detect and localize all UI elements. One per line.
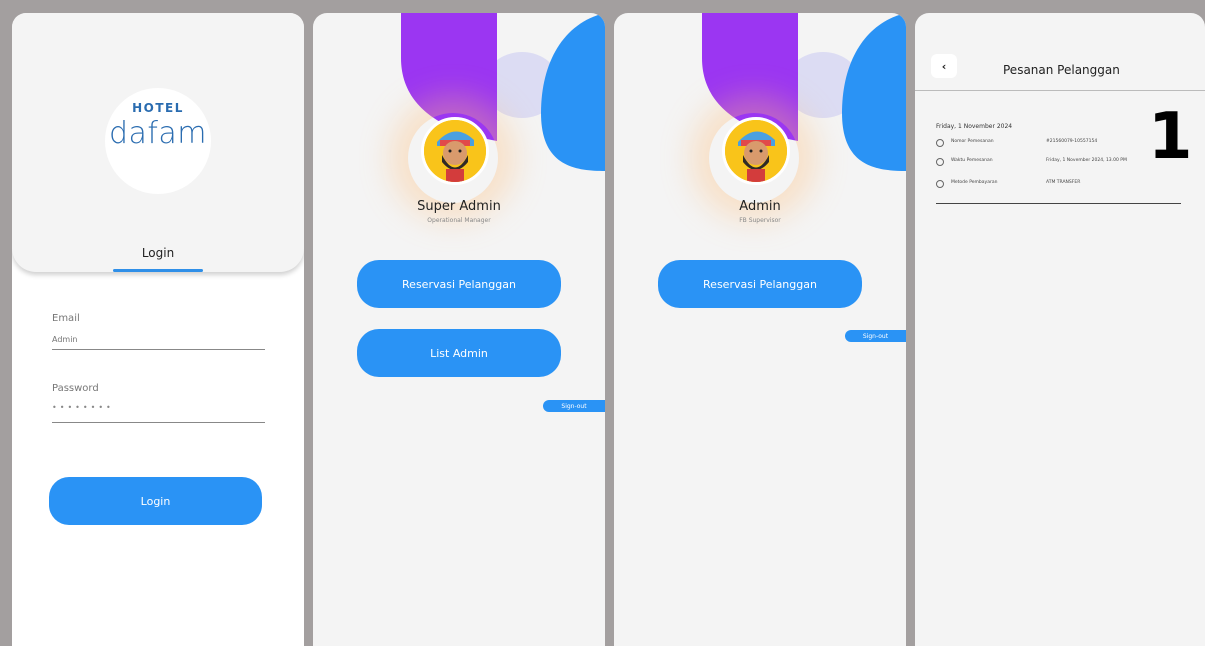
back-button[interactable]: ‹ <box>931 54 957 78</box>
reservasi-pelanggan-button[interactable]: Reservasi Pelanggan <box>658 260 862 308</box>
avatar <box>722 117 790 185</box>
order-divider <box>936 203 1181 204</box>
payment-icon <box>936 180 944 188</box>
order-row-label: Waktu Pemesanan <box>951 158 993 163</box>
logo-dafam-text: dafam <box>108 116 208 151</box>
list-admin-button[interactable]: List Admin <box>357 329 561 377</box>
order-row-label: Metode Pembayaran <box>951 180 998 185</box>
page-title: Pesanan Pelanggan <box>1003 63 1120 77</box>
admin-name: Admin <box>739 199 781 214</box>
reservasi-pelanggan-button[interactable]: Reservasi Pelanggan <box>357 260 561 308</box>
order-row-label: Nomor Pemesanan <box>951 139 994 144</box>
tab-login[interactable]: Login <box>113 246 203 260</box>
signout-button[interactable]: Sign-out <box>845 330 906 342</box>
password-field[interactable]: •••••••• <box>52 401 265 423</box>
order-date: Friday, 1 November 2024 <box>936 123 1013 130</box>
order-row-value: ATM TRANSFER <box>1046 180 1081 185</box>
orders-screen: ‹ Pesanan Pelanggan Friday, 1 November 2… <box>915 13 1205 646</box>
email-label: Email <box>52 313 80 324</box>
admin-name: Super Admin <box>417 199 501 214</box>
order-row: Metode Pembayaran ATM TRANSFER <box>936 180 1176 190</box>
admin-role: FB Supervisor <box>739 217 781 224</box>
order-row: Waktu Pemesanan Friday, 1 November 2024,… <box>936 158 1176 168</box>
clock-icon <box>936 158 944 166</box>
signout-button[interactable]: Sign-out <box>543 400 605 412</box>
admin-role: Operational Manager <box>427 217 491 224</box>
order-row: Nomor Pemesanan #21560079-10557154 <box>936 139 1176 149</box>
password-label: Password <box>52 383 99 394</box>
hotel-logo: HOTEL dafam <box>105 88 211 194</box>
login-button[interactable]: Login <box>49 477 262 525</box>
chevron-left-icon: ‹ <box>941 59 947 73</box>
login-screen: HOTEL dafam Login Email Password •••••••… <box>12 13 304 646</box>
info-icon <box>936 139 944 147</box>
logo-hotel-text: HOTEL <box>132 101 184 115</box>
email-field[interactable] <box>52 329 265 350</box>
order-row-value: Friday, 1 November 2024, 13.00 PM <box>1046 158 1127 163</box>
tab-active-indicator <box>113 269 203 272</box>
header-divider <box>915 90 1205 91</box>
avatar <box>421 117 489 185</box>
login-header: HOTEL dafam Login <box>12 13 304 272</box>
admin-screen: Admin FB Supervisor Reservasi Pelanggan … <box>614 13 906 646</box>
order-row-value: #21560079-10557154 <box>1046 139 1098 144</box>
super-admin-screen: Super Admin Operational Manager Reservas… <box>313 13 605 646</box>
